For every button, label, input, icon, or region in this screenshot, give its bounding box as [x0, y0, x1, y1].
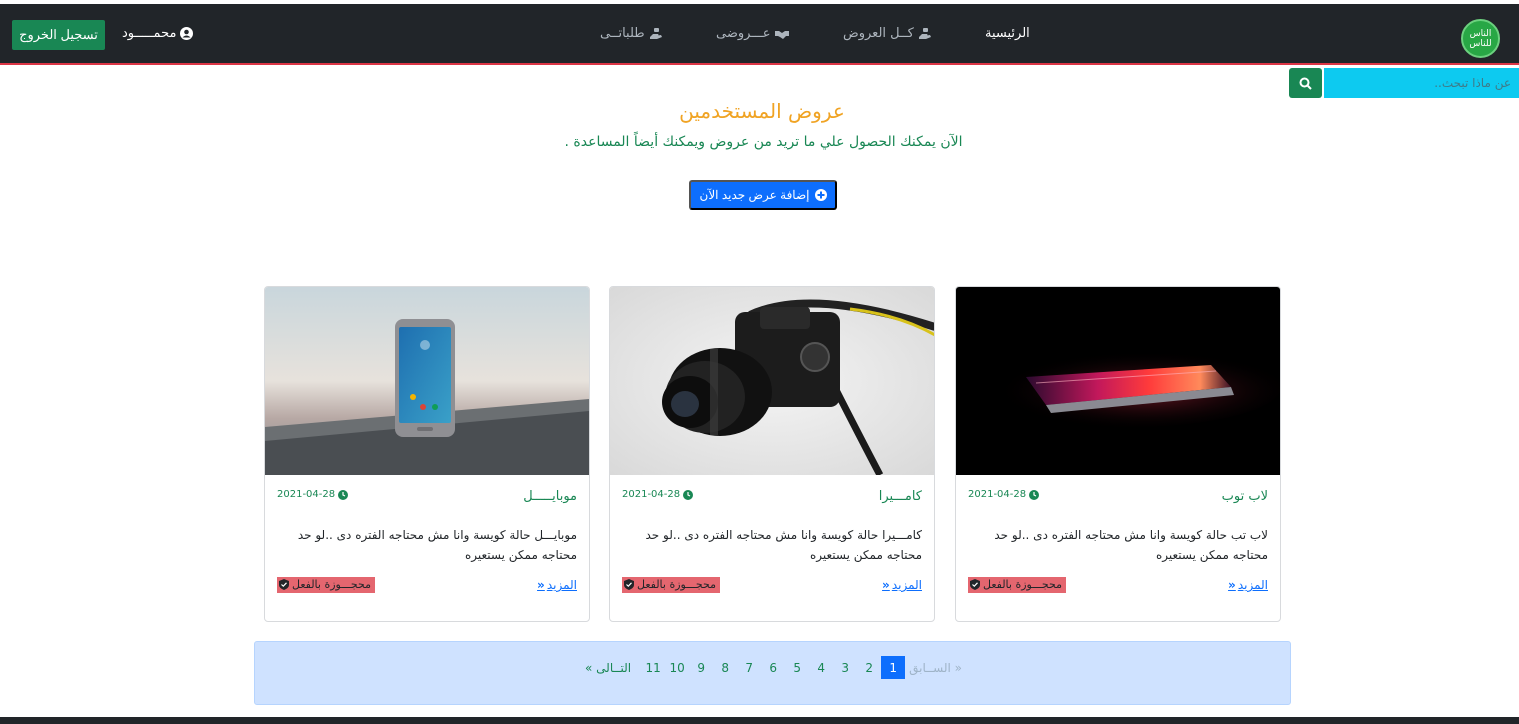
- pagination-page[interactable]: 6: [761, 656, 785, 679]
- user-circle-icon: [180, 27, 194, 40]
- search-icon: [1299, 77, 1312, 90]
- pagination-page[interactable]: 9: [689, 656, 713, 679]
- card-date: 2021-04-28: [277, 489, 349, 500]
- card-title: كامـــيرا: [878, 489, 922, 504]
- add-offer-label: إضافة عرض جديد الآن: [699, 188, 810, 202]
- status-badge: محجـــوزة بالفعل: [277, 577, 375, 593]
- shield-check-icon: [970, 579, 980, 590]
- card-more-label: المزيد: [891, 578, 922, 592]
- double-chevron-left-icon: «: [882, 578, 890, 592]
- card-date: 2021-04-28: [968, 489, 1040, 500]
- search-button[interactable]: [1289, 68, 1322, 98]
- logo-text: الناس للناس: [1469, 29, 1492, 49]
- card-description: لاب تب حالة كويسة وانا مش محتاجه الفتره …: [994, 528, 1268, 562]
- pagination-page[interactable]: 4: [809, 656, 833, 679]
- card-badge-label: محجـــوزة بالفعل: [292, 578, 371, 591]
- offer-card: لاب توب 2021-04-28 لاب تب حالة كويسة وان…: [955, 286, 1281, 622]
- card-more-link[interactable]: المزيد «: [1228, 578, 1268, 592]
- nav-home[interactable]: الرئيسية: [985, 26, 1030, 41]
- card-description: موبايـــل حالة كويسة وانا مش محتاجه الفت…: [297, 528, 577, 562]
- double-chevron-left-icon: «: [537, 578, 545, 592]
- pagination-page[interactable]: 1: [881, 656, 906, 679]
- pagination-page[interactable]: 2: [857, 656, 881, 679]
- nav-all-offers[interactable]: كــل العروض: [843, 26, 932, 41]
- pagination: « الســابق 1 2 3 4 5 6 7 8 9 10 11 التــ…: [255, 656, 1292, 679]
- search-input[interactable]: [1324, 68, 1519, 98]
- card-date-value: 2021-04-28: [277, 489, 336, 500]
- shield-check-icon: [624, 579, 634, 590]
- card-description: كامـــيرا حالة كويسة وانا مش محتاجه الفت…: [645, 528, 923, 562]
- hand-holding-icon: [918, 27, 931, 39]
- logout-button[interactable]: تسجيل الخروج: [12, 20, 105, 50]
- pagination-prev[interactable]: « الســابق: [905, 656, 966, 679]
- clock-icon: [338, 489, 349, 500]
- nav-home-label: الرئيسية: [985, 26, 1030, 41]
- offer-card: كامـــيرا 2021-04-28 كامـــيرا حالة كويس…: [609, 286, 935, 622]
- add-offer-button[interactable]: إضافة عرض جديد الآن: [689, 180, 837, 210]
- brand-logo[interactable]: الناس للناس: [1461, 19, 1500, 58]
- page-title: عروض المستخدمين: [679, 99, 845, 123]
- nav-my-offers-label: عـــروضى: [716, 26, 771, 41]
- user-menu[interactable]: محمـــــود: [122, 26, 194, 41]
- pagination-next[interactable]: التــالى »: [581, 656, 635, 679]
- pagination-container: « الســابق 1 2 3 4 5 6 7 8 9 10 11 التــ…: [254, 641, 1291, 705]
- handshake-icon: [774, 30, 789, 39]
- card-title: لاب توب: [1221, 489, 1268, 504]
- clock-icon: [683, 489, 694, 500]
- card-date: 2021-04-28: [622, 489, 694, 500]
- pagination-page[interactable]: 10: [665, 656, 689, 679]
- card-more-label: المزيد: [1237, 578, 1268, 592]
- laptop-image[interactable]: [956, 287, 1280, 475]
- page-subtitle: الآن يمكنك الحصول علي ما تريد من عروض وي…: [564, 134, 963, 150]
- user-name: محمـــــود: [122, 26, 177, 41]
- status-badge: محجـــوزة بالفعل: [622, 577, 720, 593]
- camera-image[interactable]: [610, 287, 934, 475]
- pagination-page[interactable]: 8: [713, 656, 737, 679]
- card-date-value: 2021-04-28: [968, 489, 1027, 500]
- status-badge: محجـــوزة بالفعل: [968, 577, 1066, 593]
- pagination-page[interactable]: 3: [833, 656, 857, 679]
- pagination-page[interactable]: 11: [641, 656, 665, 679]
- card-more-link[interactable]: المزيد «: [882, 578, 922, 592]
- plus-circle-icon: [814, 189, 827, 201]
- card-title: موبايـــــل: [523, 489, 577, 504]
- card-badge-label: محجـــوزة بالفعل: [637, 578, 716, 591]
- nav-my-requests[interactable]: طلباتــى: [600, 26, 663, 41]
- nav-all-offers-label: كــل العروض: [843, 26, 914, 41]
- navbar: الناس للناس الرئيسية كــل العروض عـــروض…: [0, 4, 1519, 65]
- hand-holding-icon: [649, 27, 662, 39]
- double-chevron-left-icon: «: [1228, 578, 1236, 592]
- card-badge-label: محجـــوزة بالفعل: [983, 578, 1062, 591]
- card-date-value: 2021-04-28: [622, 489, 681, 500]
- nav-my-offers[interactable]: عـــروضى: [716, 26, 789, 41]
- pagination-page[interactable]: 7: [737, 656, 761, 679]
- nav-my-requests-label: طلباتــى: [600, 26, 645, 41]
- footer-bar: [0, 717, 1519, 724]
- shield-check-icon: [279, 579, 289, 590]
- card-more-label: المزيد: [546, 578, 577, 592]
- pagination-page[interactable]: 5: [785, 656, 809, 679]
- card-more-link[interactable]: المزيد «: [537, 578, 577, 592]
- clock-icon: [1029, 489, 1040, 500]
- mobile-image[interactable]: [265, 287, 589, 475]
- offer-card: موبايـــــل 2021-04-28 موبايـــل حالة كو…: [264, 286, 590, 622]
